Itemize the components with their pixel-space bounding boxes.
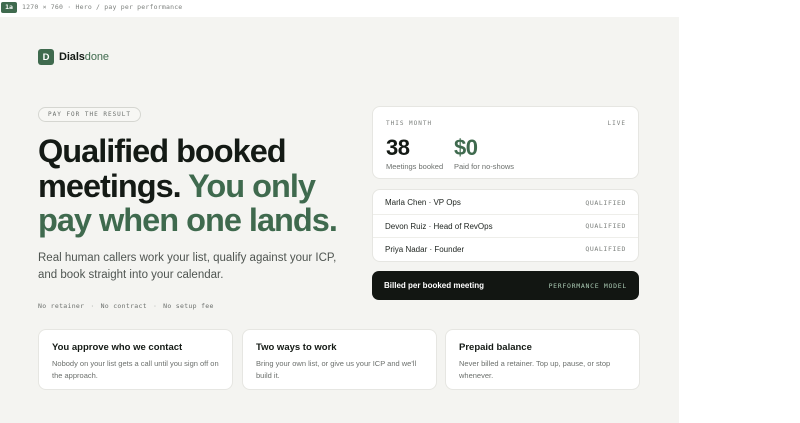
- feature-card-prepaid: Prepaid balance Never billed a retainer.…: [445, 329, 640, 390]
- hero-canvas: D Dialsdone PAY FOR THE RESULT Qualified…: [0, 17, 679, 423]
- headline-line-2-green: You only: [188, 167, 316, 204]
- hero-subtext: Real human callers work your list, quali…: [38, 252, 337, 281]
- billing-model: PERFORMANCE MODEL: [548, 281, 627, 290]
- meta-no-contract: No contract: [100, 302, 147, 310]
- logo-word-done: done: [84, 51, 109, 63]
- feature-title: Two ways to work: [256, 342, 337, 353]
- logo-wordmark: Dialsdone: [59, 51, 109, 63]
- meta-no-retainer: No retainer: [38, 302, 85, 310]
- frame-badge: 1a: [1, 1, 17, 13]
- feature-card-approve: You approve who we contact Nobody on you…: [38, 329, 233, 390]
- list-item: Priya Nadar · Founder QUALIFIED: [373, 237, 638, 260]
- feature-description: Never billed a retainer. Top up, pause, …: [459, 359, 611, 380]
- headline-line-1: Qualified booked: [38, 133, 287, 169]
- frame-breadcrumb: 1270 × 760 · Hero / pay per performance: [22, 3, 183, 11]
- stats-card: THIS MONTH LIVE 38 Meetings booked $0 Pa…: [372, 106, 639, 179]
- meta-no-setup-fee: No setup fee: [163, 302, 214, 310]
- feature-description: Nobody on your list gets a call until yo…: [52, 359, 219, 380]
- logo[interactable]: D Dialsdone: [38, 49, 109, 65]
- feature-card-two-ways: Two ways to work Bring your own list, or…: [242, 329, 437, 390]
- meeting-status: QUALIFIED: [585, 245, 626, 253]
- hero-headline: Qualified booked meetings. You only pay …: [38, 134, 358, 238]
- meeting-status: QUALIFIED: [585, 222, 626, 230]
- logo-word-dials: Dials: [59, 51, 85, 63]
- frame-header: 1a 1270 × 760 · Hero / pay per performan…: [0, 0, 800, 14]
- live-status: LIVE: [607, 120, 626, 127]
- meetings-booked-caption: Meetings booked: [386, 162, 444, 171]
- feature-title: Prepaid balance: [459, 342, 532, 353]
- meetings-list: Marla Chen · VP Ops QUALIFIED Devon Ruiz…: [372, 189, 639, 262]
- feature-description: Bring your own list, or give us your ICP…: [256, 359, 417, 380]
- billing-banner: Billed per booked meeting PERFORMANCE MO…: [372, 271, 639, 300]
- headline-line-3: pay when one lands.: [38, 202, 338, 238]
- headline-line-2-dark: meetings.: [38, 167, 189, 204]
- paid-no-shows-value: $0: [454, 135, 478, 160]
- meetings-booked-stat: 38 Meetings booked: [386, 135, 444, 172]
- list-item: Devon Ruiz · Head of RevOps QUALIFIED: [373, 214, 638, 237]
- eyebrow-pill: PAY FOR THE RESULT: [38, 107, 142, 122]
- paid-no-shows-caption: Paid for no-shows: [454, 162, 515, 171]
- hero-meta: No retainer · No contract · No setup fee: [38, 302, 214, 310]
- logo-icon: D: [38, 49, 54, 65]
- feature-title: You approve who we contact: [52, 342, 183, 353]
- billing-title: Billed per booked meeting: [384, 281, 485, 290]
- meetings-booked-value: 38: [386, 135, 410, 160]
- meta-separator: ·: [152, 302, 158, 310]
- stats-period-label: THIS MONTH: [386, 120, 433, 127]
- meeting-contact: Marla Chen · VP Ops: [385, 198, 461, 207]
- paid-no-shows-stat: $0 Paid for no-shows: [454, 135, 515, 172]
- meeting-contact: Priya Nadar · Founder: [385, 244, 465, 254]
- meta-separator: ·: [90, 302, 95, 310]
- meeting-status: QUALIFIED: [585, 198, 626, 207]
- meeting-contact: Devon Ruiz · Head of RevOps: [385, 221, 493, 231]
- list-item: Marla Chen · VP Ops QUALIFIED: [373, 191, 638, 214]
